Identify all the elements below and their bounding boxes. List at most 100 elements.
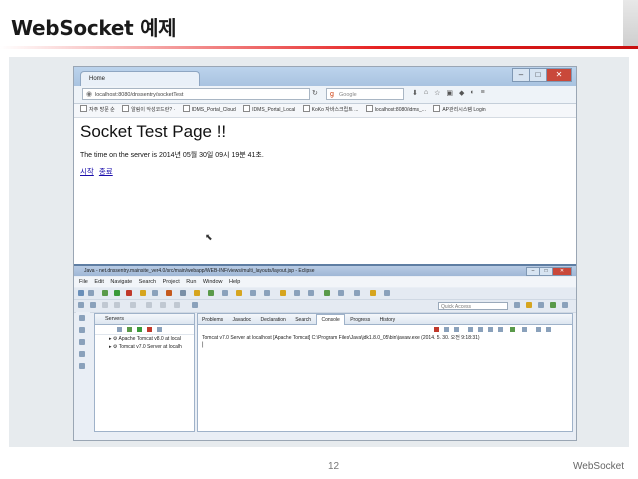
tool-icon[interactable] [160,302,166,308]
stop-server-icon[interactable] [147,327,152,332]
run-icon[interactable] [114,290,120,296]
debug-perspective-icon[interactable] [550,302,556,308]
tool-icon[interactable] [338,290,344,296]
menu-icon[interactable]: ≡ [481,89,485,97]
tool-icon[interactable] [294,290,300,296]
close-icon[interactable]: ✕ [552,267,572,276]
tool-icon[interactable] [250,290,256,296]
url-bar[interactable]: ◉ localhost:8080/dnssentry/socketTest [82,88,310,100]
tool-icon[interactable] [174,302,180,308]
publish-icon[interactable] [157,327,162,332]
stop-link[interactable]: 종료 [99,167,113,176]
tab-problems[interactable]: Problems [198,315,227,325]
tool-icon[interactable] [114,302,120,308]
server-row-tomcat7[interactable]: ▸ ⚙ Tomcat v7.0 Server at localh [95,343,194,351]
bookmark-item[interactable]: IDMS_Portal_Cloud [182,104,236,117]
menu-file[interactable]: File [79,279,88,285]
bookmark-item[interactable]: AP관리시스템 Login [433,104,486,117]
tool-icon[interactable] [78,302,84,308]
tab-progress[interactable]: Progress [346,315,374,325]
bookmark-icon[interactable]: ▣ [446,89,453,97]
bookmark-item[interactable]: IDMS_Portal_Local [243,104,295,117]
ghost-icon[interactable]: ◐ [470,89,474,97]
bookmark-item[interactable]: 알림이 악성코드란? · [122,104,175,117]
maximize-icon[interactable]: □ [529,68,547,82]
package-explorer-icon[interactable] [79,327,85,333]
show-on-output-icon[interactable] [488,327,493,332]
minimize-icon[interactable]: – [526,267,540,276]
clear-console-icon[interactable] [468,327,473,332]
outline-icon[interactable] [79,351,85,357]
java-perspective-icon[interactable] [538,302,544,308]
browser-tab[interactable]: Home [80,71,200,86]
quick-access-input[interactable]: Quick Access [438,302,508,310]
folder-icon[interactable] [194,290,200,296]
tool-icon[interactable] [264,290,270,296]
terminate-icon[interactable] [434,327,439,332]
package-icon[interactable] [140,290,146,296]
menu-navigate[interactable]: Navigate [110,279,132,285]
tool-icon[interactable] [384,290,390,296]
debug-icon[interactable] [102,290,108,296]
open-console-icon[interactable] [522,327,527,332]
close-icon[interactable]: ✕ [546,68,572,82]
menu-run[interactable]: Run [186,279,196,285]
search-bar[interactable]: g Google [326,88,404,100]
addon-icon[interactable]: ◆ [459,89,464,97]
tab-history[interactable]: History [376,315,400,325]
minimize-icon[interactable] [536,327,541,332]
servers-tab[interactable]: Servers [95,314,194,325]
perspective-icon[interactable] [514,302,520,308]
start-server-icon[interactable] [127,327,132,332]
profile-server-icon[interactable] [137,327,142,332]
maximize-icon[interactable]: □ [539,267,553,276]
server-row-tomcat8[interactable]: ▸ ⚙ Apache Tomcat v8.0 at local [95,335,194,343]
bookmark-item[interactable]: 자주 방문 순 [80,104,115,117]
home-icon[interactable]: ⌂ [424,89,428,97]
menu-window[interactable]: Window [203,279,223,285]
tool-icon[interactable] [370,290,376,296]
tab-declaration[interactable]: Declaration [257,315,290,325]
tool-icon[interactable] [208,290,214,296]
stop-icon[interactable] [126,290,132,296]
reload-icon[interactable]: ↻ [312,89,318,97]
debug-server-icon[interactable] [117,327,122,332]
scroll-lock-icon[interactable] [478,327,483,332]
tool-icon[interactable] [130,302,136,308]
server-icon[interactable] [166,290,172,296]
perspective-icon[interactable] [562,302,568,308]
remove-launch-icon[interactable] [444,327,449,332]
menu-project[interactable]: Project [163,279,180,285]
tool-icon[interactable] [192,302,198,308]
new-icon[interactable] [78,290,84,296]
tool-icon[interactable] [236,290,242,296]
star-icon[interactable]: ☆ [434,89,440,97]
tool-icon[interactable] [222,290,228,296]
tool-icon[interactable] [146,302,152,308]
restore-icon[interactable] [79,315,85,321]
display-console-icon[interactable] [510,327,515,332]
tab-javadoc[interactable]: Javadoc [229,315,256,325]
task-icon[interactable] [79,363,85,369]
tool-icon[interactable] [308,290,314,296]
tab-search[interactable]: Search [291,315,315,325]
tool-icon[interactable] [280,290,286,296]
start-link[interactable]: 시작 [80,167,94,176]
menu-help[interactable]: Help [229,279,240,285]
save-icon[interactable] [88,290,94,296]
console-caret[interactable]: | [198,342,572,348]
tab-console[interactable]: Console [316,314,345,325]
remove-all-icon[interactable] [454,327,459,332]
bookmark-item[interactable]: localhost:8080/idms_... [365,104,426,117]
bookmark-item[interactable]: KoKo 자바스크립트 ... [302,104,358,117]
menu-search[interactable]: Search [139,279,156,285]
hierarchy-icon[interactable] [79,339,85,345]
java-ee-perspective-icon[interactable] [526,302,532,308]
tool-icon[interactable] [102,302,108,308]
tool-icon[interactable] [152,290,158,296]
tool-icon[interactable] [180,290,186,296]
maximize-icon[interactable] [546,327,551,332]
minimize-icon[interactable]: – [512,68,530,82]
tool-icon[interactable] [90,302,96,308]
menu-edit[interactable]: Edit [94,279,103,285]
